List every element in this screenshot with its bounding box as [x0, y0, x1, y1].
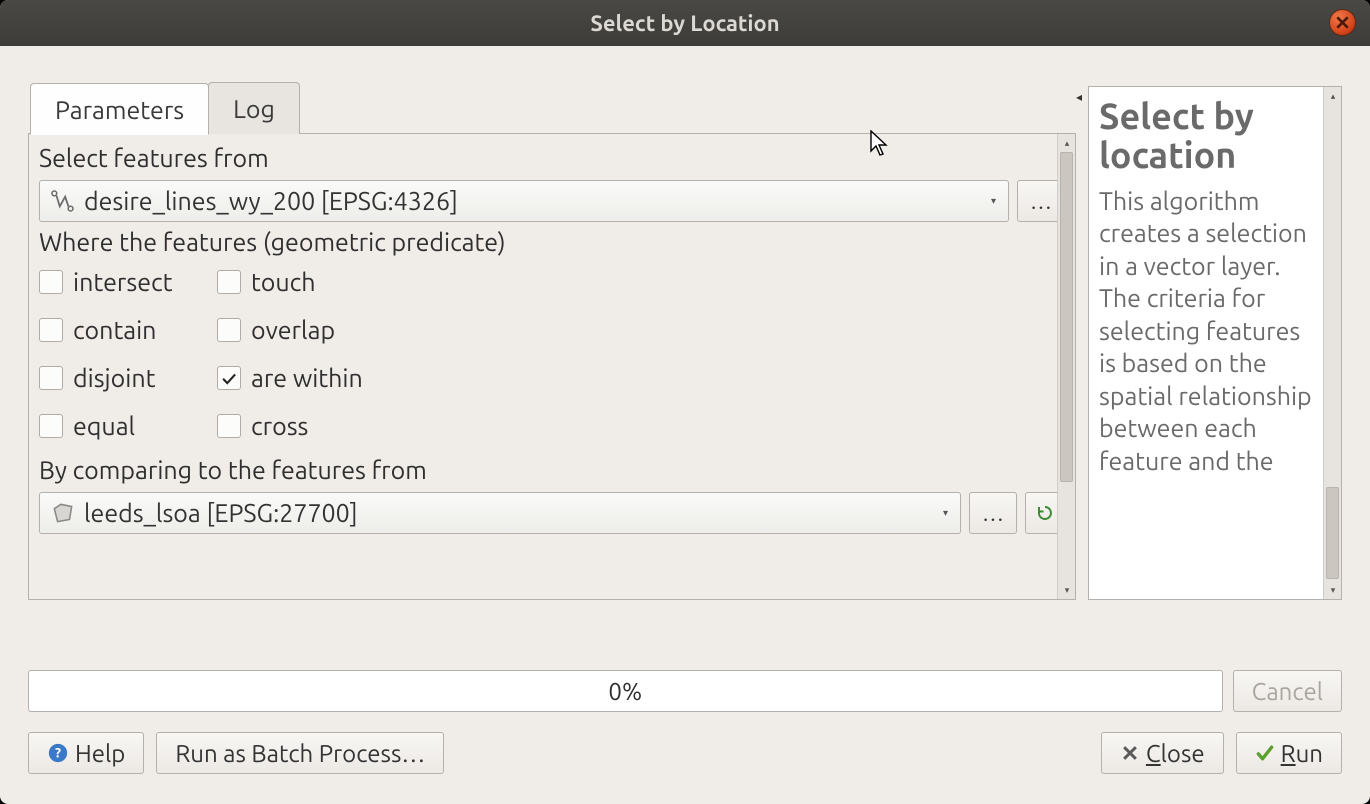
checkbox-label: disjoint: [73, 364, 155, 392]
predicate-label: Where the features (geometric predicate): [39, 228, 1065, 256]
svg-text:?: ?: [55, 745, 61, 761]
scroll-up-icon[interactable]: ▴: [1058, 134, 1075, 152]
help-body: This algorithm creates a selection in a …: [1099, 185, 1337, 478]
checkbox-box: ✓: [217, 366, 241, 390]
close-button[interactable]: Close: [1101, 732, 1224, 774]
checkbox-box: [39, 366, 63, 390]
help-icon: ?: [47, 742, 69, 764]
checkbox-are-within[interactable]: ✓ are within: [217, 364, 1065, 392]
scroll-down-icon[interactable]: ▾: [1058, 581, 1075, 599]
checkbox-intersect[interactable]: intersect: [39, 268, 211, 296]
params-scrollbar[interactable]: ▴ ▾: [1057, 134, 1075, 599]
help-scrollbar[interactable]: ▴ ▾: [1323, 87, 1341, 599]
checkbox-label: intersect: [73, 268, 173, 296]
progress-text: 0%: [608, 678, 642, 705]
dialog-window: Select by Location ◂ Parameters Log Sele…: [0, 0, 1370, 804]
ellipsis-label: …: [982, 501, 1004, 526]
scrollbar-thumb[interactable]: [1060, 152, 1073, 482]
window-title: Select by Location: [590, 11, 779, 36]
cancel-button: Cancel: [1233, 670, 1342, 712]
checkbox-disjoint[interactable]: disjoint: [39, 364, 211, 392]
run-batch-label: Run as Batch Process…: [175, 740, 425, 767]
checkbox-box: [39, 318, 63, 342]
help-button[interactable]: ? Help: [28, 732, 144, 774]
select-from-value: desire_lines_wy_200 [EPSG:4326]: [84, 187, 458, 215]
close-icon: [1120, 743, 1140, 763]
dropdown-caret-icon: ▾: [991, 195, 996, 207]
ellipsis-label: …: [1030, 189, 1052, 214]
checkbox-box: [217, 270, 241, 294]
checkbox-box: [39, 414, 63, 438]
checkbox-label: overlap: [251, 316, 335, 344]
checkbox-cross[interactable]: cross: [217, 412, 1065, 440]
compare-to-label: By comparing to the features from: [39, 456, 1065, 484]
line-layer-icon: [50, 188, 76, 214]
compare-to-value: leeds_lsoa [EPSG:27700]: [84, 499, 358, 527]
parameters-panel: Select features from desire_lines_wy_200…: [28, 133, 1076, 600]
checkbox-box: [39, 270, 63, 294]
dropdown-caret-icon: ▾: [943, 507, 948, 519]
checkbox-label: equal: [73, 412, 135, 440]
tab-parameters-label: Parameters: [55, 96, 184, 124]
bottom-bar: 0% Cancel ? Help Run as Batch Process… C…: [0, 610, 1370, 774]
checkbox-equal[interactable]: equal: [39, 412, 211, 440]
right-column: Select by location This algorithm create…: [1088, 86, 1342, 600]
tab-parameters[interactable]: Parameters: [30, 83, 209, 135]
checkbox-label: cross: [251, 412, 308, 440]
compare-to-browse-button[interactable]: …: [969, 492, 1017, 534]
run-batch-button[interactable]: Run as Batch Process…: [156, 732, 444, 774]
checkbox-box: [217, 414, 241, 438]
checkbox-overlap[interactable]: overlap: [217, 316, 1065, 344]
checkbox-touch[interactable]: touch: [217, 268, 1065, 296]
compare-to-combo[interactable]: leeds_lsoa [EPSG:27700] ▾: [39, 492, 961, 534]
run-label: Run: [1281, 740, 1323, 767]
iterate-icon: [1036, 504, 1054, 522]
main-split: ◂ Parameters Log Select features from: [0, 46, 1370, 610]
scroll-down-icon[interactable]: ▾: [1324, 581, 1342, 599]
tab-bar: Parameters Log: [28, 82, 1076, 134]
select-from-combo[interactable]: desire_lines_wy_200 [EPSG:4326] ▾: [39, 180, 1009, 222]
scrollbar-thumb[interactable]: [1326, 487, 1339, 579]
checkbox-label: are within: [251, 364, 363, 392]
cancel-label: Cancel: [1252, 678, 1323, 705]
splitter-handle-icon[interactable]: ◂: [1076, 90, 1082, 104]
close-icon: [1336, 16, 1349, 29]
scroll-up-icon[interactable]: ▴: [1324, 87, 1342, 105]
help-panel: Select by location This algorithm create…: [1088, 86, 1342, 600]
titlebar: Select by Location: [0, 0, 1370, 46]
checkbox-box: [217, 318, 241, 342]
run-button[interactable]: Run: [1236, 732, 1342, 774]
predicate-checkbox-grid: intersect touch contain: [39, 268, 1065, 440]
dialog-body: ◂ Parameters Log Select features from: [0, 46, 1370, 804]
window-close-button[interactable]: [1329, 9, 1356, 36]
checkbox-label: contain: [73, 316, 156, 344]
progress-bar: 0%: [28, 670, 1223, 712]
help-label: Help: [75, 740, 125, 767]
tab-log-label: Log: [233, 95, 275, 123]
check-icon: [1255, 743, 1275, 763]
polygon-layer-icon: [50, 500, 76, 526]
left-column: ◂ Parameters Log Select features from: [28, 46, 1076, 600]
checkbox-contain[interactable]: contain: [39, 316, 211, 344]
select-from-label: Select features from: [39, 144, 1065, 172]
close-label: Close: [1146, 740, 1205, 767]
tab-log[interactable]: Log: [208, 82, 300, 134]
checkbox-label: touch: [251, 268, 316, 296]
help-title: Select by location: [1099, 97, 1337, 175]
